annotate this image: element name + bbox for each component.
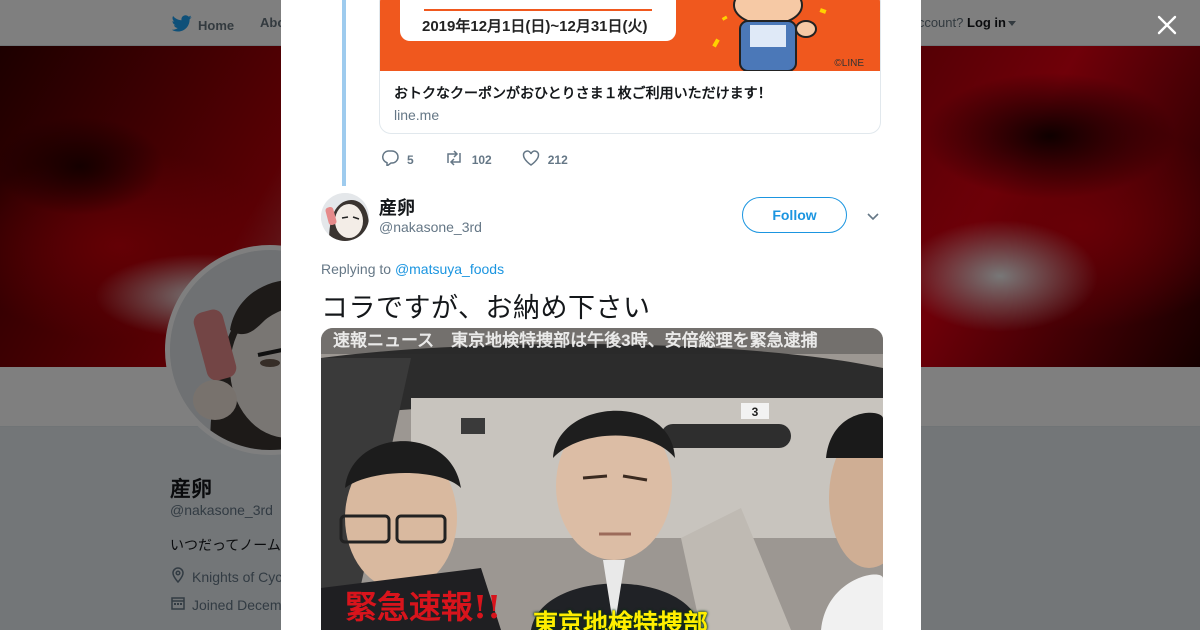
reply-icon xyxy=(381,150,399,169)
replying-to: Replying to @matsuya_foods xyxy=(321,261,504,277)
chevron-down-icon[interactable] xyxy=(865,208,881,224)
tweet-author-avatar[interactable] xyxy=(321,193,369,241)
link-card-domain: line.me xyxy=(394,107,440,123)
coupon-date: 2019年12月1日(日)~12月31日(火) xyxy=(422,18,648,35)
thread-line xyxy=(342,0,346,186)
tweet-actions: 5 102 212 xyxy=(381,150,598,169)
photo-caption: 東京地検特捜部 xyxy=(533,610,709,630)
link-card[interactable]: 2019年12月1日(日)~12月31日(火) ©LINE おトクなクーポンがお… xyxy=(379,0,881,134)
tweet-author-name[interactable]: 産卵 xyxy=(379,194,415,220)
tweet-photo[interactable]: 3 速報ニュース 東京地検特捜部は午後3時、安倍総理を緊急逮捕 緊急速報!! 東… xyxy=(321,328,883,630)
retweet-icon xyxy=(444,150,464,169)
like-action[interactable]: 212 xyxy=(522,150,568,169)
heart-icon xyxy=(522,150,540,169)
mascot-illustration xyxy=(712,0,827,71)
retweet-count: 102 xyxy=(471,152,492,167)
coupon-label: 2019年12月1日(日)~12月31日(火) xyxy=(400,0,676,41)
retweet-action[interactable]: 102 xyxy=(444,150,492,169)
photo-alert-text: 緊急速報!! xyxy=(345,588,502,626)
tweet-modal: 2019年12月1日(日)~12月31日(火) ©LINE おトクなクーポンがお… xyxy=(281,0,921,630)
tweet-author-handle[interactable]: @nakasone_3rd xyxy=(379,219,482,235)
replying-to-link[interactable]: @matsuya_foods xyxy=(395,261,504,277)
replying-prefix: Replying to xyxy=(321,261,392,277)
like-count: 212 xyxy=(547,152,568,167)
close-icon[interactable] xyxy=(1154,12,1180,38)
reply-count: 5 xyxy=(407,152,414,167)
photo-plate: 3 xyxy=(752,405,759,419)
tweet-text: コラですが、お納め下さい xyxy=(321,293,651,323)
link-card-title: おトクなクーポンがおひとりさま１枚ご利用いただけます！ xyxy=(394,85,772,101)
photo-ticker: 速報ニュース 東京地検特捜部は午後3時、安倍総理を緊急逮捕 xyxy=(321,328,883,354)
link-card-image: 2019年12月1日(日)~12月31日(火) ©LINE xyxy=(380,0,880,71)
reply-action[interactable]: 5 xyxy=(381,150,414,169)
follow-button[interactable]: Follow xyxy=(742,197,847,233)
image-credit: ©LINE xyxy=(834,58,864,69)
